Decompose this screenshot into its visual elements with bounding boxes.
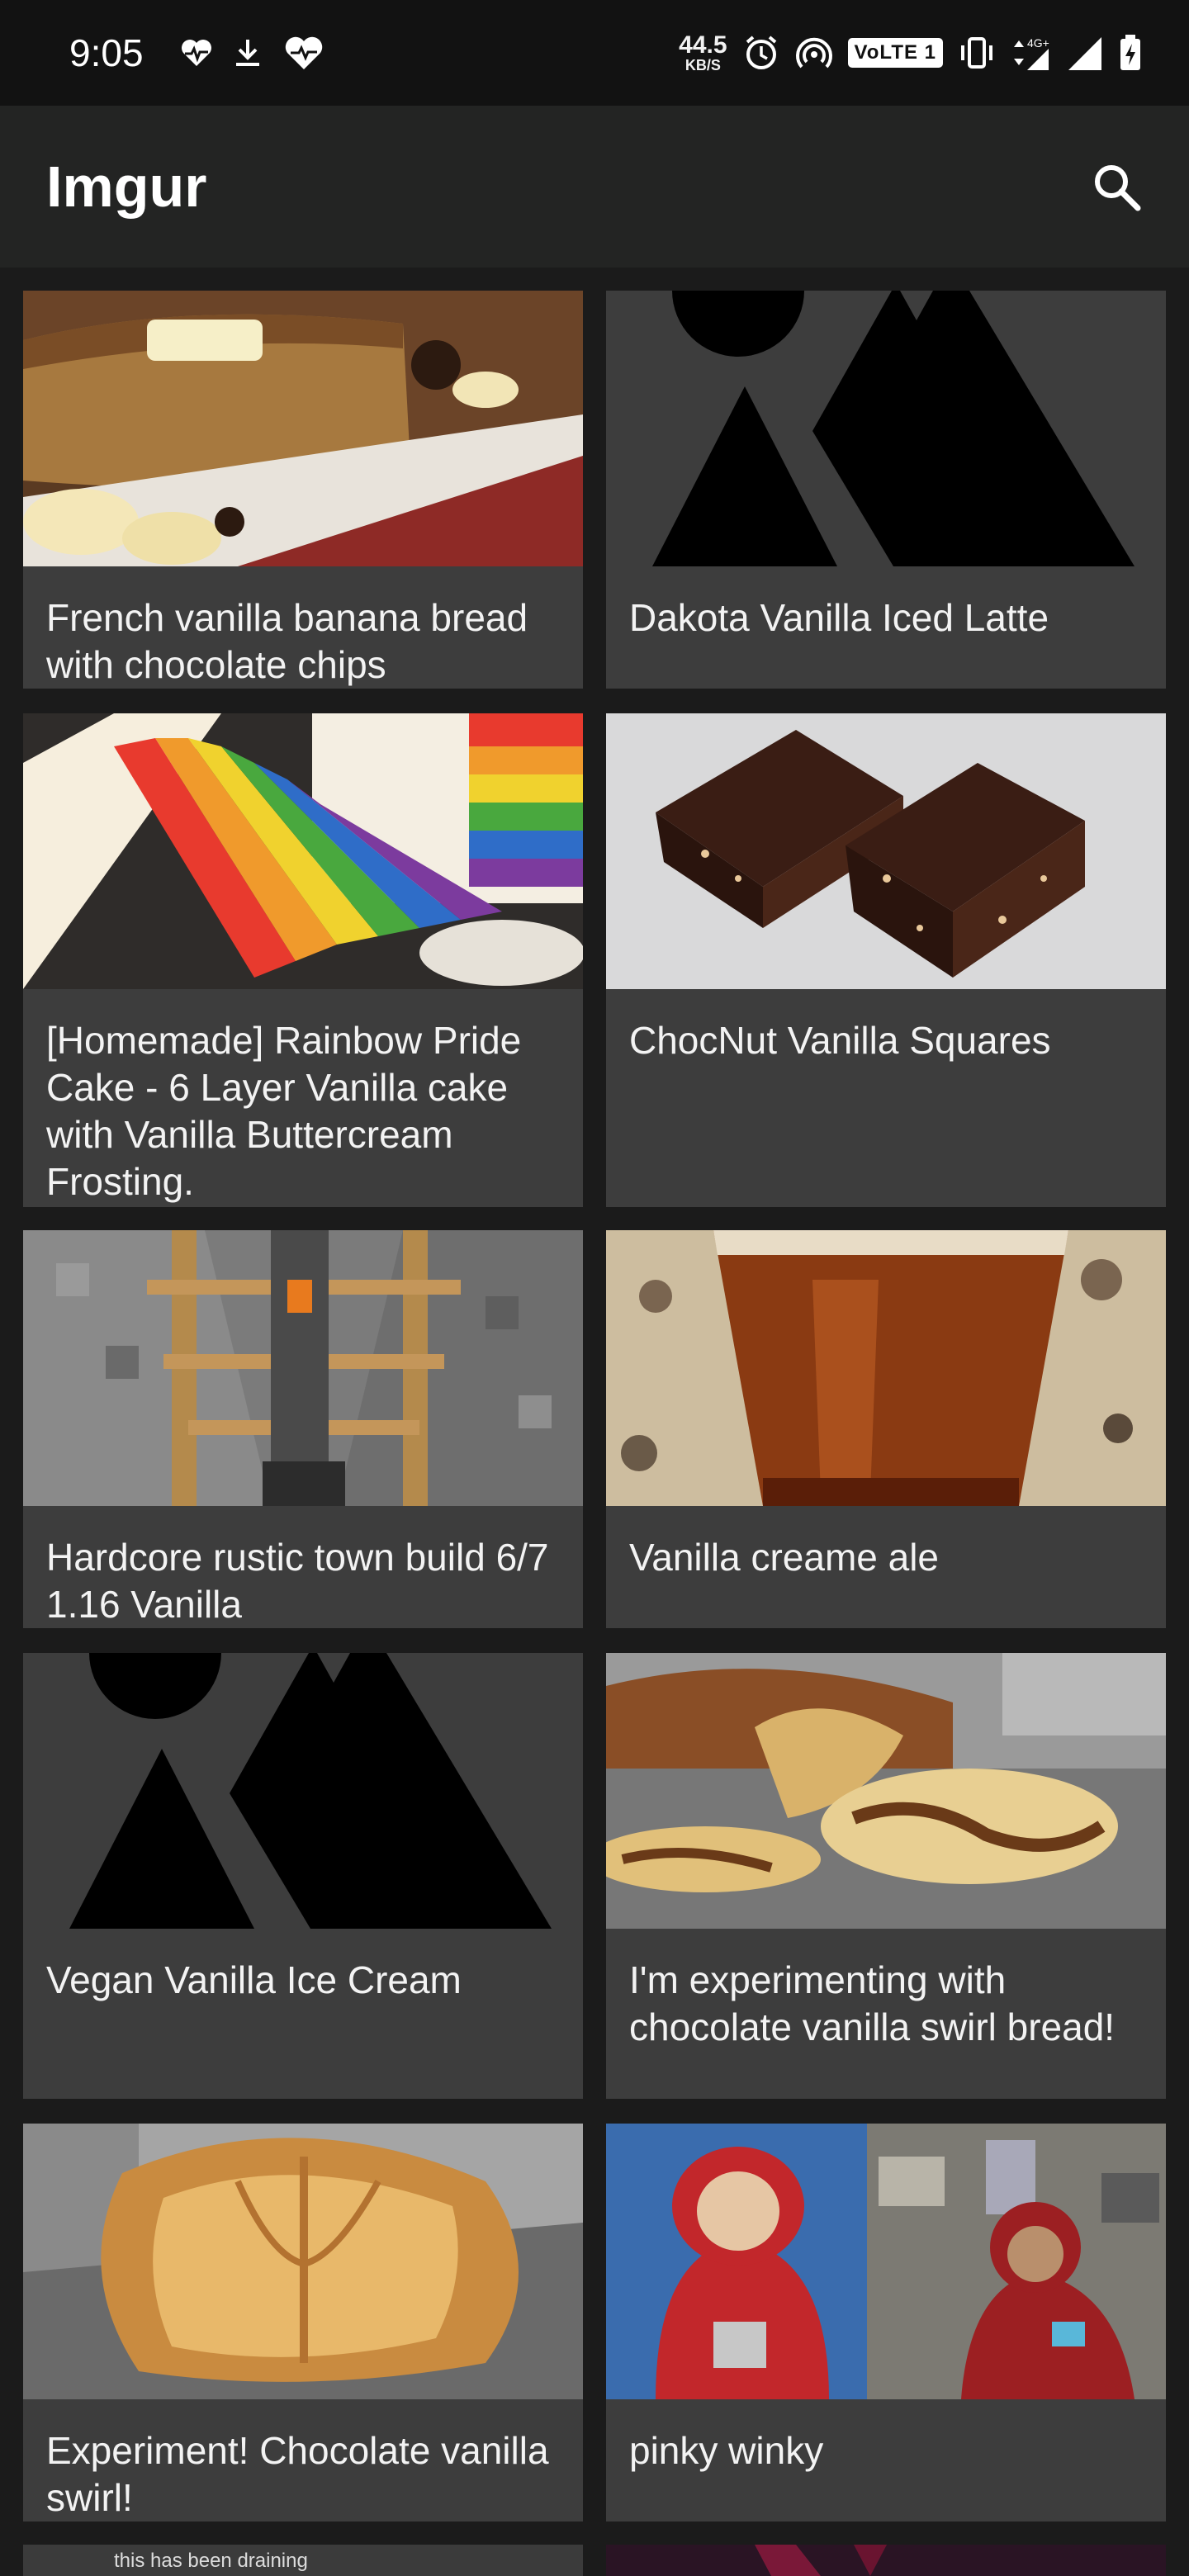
- minecraft-mineshaft-screenshot: [23, 1230, 583, 1506]
- result-title: pinky winky: [629, 2429, 824, 2472]
- heart-icon: [285, 36, 322, 69]
- result-title: French vanilla banana bread with chocola…: [46, 596, 528, 686]
- result-card[interactable]: Vegan Vanilla Ice Cream: [23, 1653, 583, 2099]
- network-speed-unit: KB/S: [685, 57, 721, 73]
- result-card[interactable]: pinky winky: [606, 2124, 1166, 2522]
- result-title: I'm experimenting with chocolate vanilla…: [629, 1958, 1116, 2048]
- alarm-icon: [746, 36, 776, 69]
- result-card[interactable]: ChocNut Vanilla Squares: [606, 713, 1166, 1207]
- network-type: 4G+: [1027, 36, 1049, 50]
- data-transfer-icon: 4G+: [1014, 36, 1049, 70]
- result-title: Vanilla creame ale: [629, 1536, 940, 1579]
- health-heartbeat-icon: [181, 40, 211, 66]
- signal-icon: [1068, 37, 1101, 70]
- result-card[interactable]: Dakota Vanilla Iced Latte: [606, 291, 1166, 689]
- result-card[interactable]: [Homemade] Rainbow Pride Cake - 6 Layer …: [23, 713, 583, 1207]
- vibrate-icon: [961, 37, 992, 69]
- network-speed: 44.5 KB/S: [679, 33, 727, 73]
- result-card[interactable]: French vanilla banana bread with chocola…: [23, 291, 583, 689]
- rainbow-cake-photo: [23, 713, 583, 989]
- result-card[interactable]: I'm experimenting with chocolate vanilla…: [606, 1653, 1166, 2099]
- result-title: Hardcore rustic town build 6/7 1.16 Vani…: [46, 1536, 549, 1626]
- search-icon[interactable]: [1090, 160, 1143, 213]
- beer-glass-photo: [606, 1230, 1166, 1506]
- image-placeholder-icon: [23, 1653, 583, 1929]
- network-speed-value: 44.5: [679, 31, 727, 59]
- app-title: Imgur: [46, 154, 207, 219]
- result-card[interactable]: Experiment! Chocolate vanilla swirl!: [23, 2124, 583, 2522]
- status-bar-left: 9:05: [69, 31, 325, 75]
- battery-charging-icon: [1120, 35, 1140, 70]
- result-card-peek[interactable]: this has been draining: [23, 2545, 583, 2576]
- image-placeholder-icon: [606, 291, 1166, 566]
- hotspot-icon: [795, 37, 832, 69]
- result-card-peek[interactable]: [606, 2545, 1166, 2576]
- status-bar-right: 44.5 KB/S VoLTE 1 4G+: [679, 33, 1143, 73]
- peek-caption: this has been draining: [114, 2550, 308, 2572]
- result-title: Vegan Vanilla Ice Cream: [46, 1958, 462, 2001]
- result-card[interactable]: Hardcore rustic town build 6/7 1.16 Vani…: [23, 1230, 583, 1628]
- chocolate-squares-photo: [606, 713, 1166, 989]
- swirl-bread-photo: [606, 1653, 1166, 1929]
- result-title: Dakota Vanilla Iced Latte: [629, 596, 1049, 639]
- peek-thumbnail: [606, 2545, 1166, 2576]
- download-icon: [235, 40, 259, 66]
- volte-badge: VoLTE 1: [847, 38, 943, 68]
- banana-bread-photo: [23, 291, 583, 566]
- result-card[interactable]: Vanilla creame ale: [606, 1230, 1166, 1628]
- result-title: Experiment! Chocolate vanilla swirl!: [46, 2429, 549, 2519]
- result-title: ChocNut Vanilla Squares: [629, 1019, 1051, 1062]
- status-bar: 9:05 44.5 KB/S VoLTE 1 4G+: [0, 0, 1189, 106]
- teletubby-photo: [606, 2124, 1166, 2399]
- result-title: [Homemade] Rainbow Pride Cake - 6 Layer …: [46, 1019, 522, 1203]
- app-bar: Imgur: [0, 106, 1189, 268]
- status-time: 9:05: [69, 31, 144, 74]
- bread-loaf-photo: [23, 2124, 583, 2399]
